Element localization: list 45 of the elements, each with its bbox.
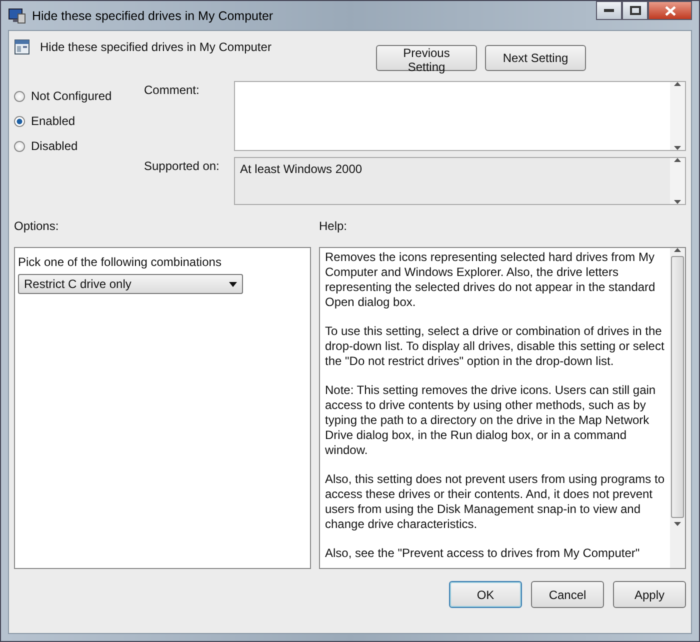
nav-button[interactable]: Next Setting	[485, 45, 586, 71]
maximize-icon	[630, 6, 640, 15]
minimize-button[interactable]	[596, 1, 622, 20]
window-title: Hide these specified drives in My Computer	[32, 8, 274, 22]
options-label: Options:	[14, 219, 60, 235]
supported-label: Supported on:	[144, 158, 220, 175]
scroll-up-icon[interactable]	[674, 248, 681, 252]
scroll-up-icon[interactable]	[674, 158, 681, 162]
state-radio[interactable]: Disabled	[14, 139, 144, 153]
scroll-down-icon[interactable]	[674, 200, 681, 204]
dialog-button[interactable]: Cancel	[531, 581, 604, 608]
supported-field: At least Windows 2000	[234, 157, 686, 205]
help-paragraph: Also, see the "Prevent access to drives from My Computer"	[325, 546, 641, 561]
help-paragraph: Also, this setting does not prevent users from using programs to access these drives or their contents. And, it does not prevent users from using the Disk Management snap-in to view and change drive characteristics.	[325, 472, 666, 532]
radio-circle[interactable]	[14, 140, 25, 152]
scroll-down-icon[interactable]	[674, 522, 681, 526]
drive-dropdown[interactable]: Restrict C drive only	[18, 274, 243, 294]
scroll-thumb[interactable]	[671, 256, 684, 518]
comment-label: Comment:	[144, 82, 200, 99]
comment-field[interactable]	[234, 81, 686, 151]
state-radio[interactable]: Enabled	[14, 114, 144, 128]
help-label: Help:	[319, 219, 348, 235]
maximize-button[interactable]	[622, 1, 648, 20]
computer-icon	[8, 8, 26, 24]
setting-title: Hide these specified drives in My Computer	[40, 40, 272, 54]
help-paragraph: To use this setting, select a drive or combination of drives in the drop-down list. To display all drives, disable this setting or select the "Do not restrict drives" option in the drop-down list.	[325, 324, 666, 369]
help-paragraph: Note: This setting removes the drive icons. Users can still gain access to drive contents by using other methods, such as by typing the path to a directory on the drive in the Map Network Drive dialog box, in the Run dialog box, or in a command window.	[325, 383, 657, 458]
radio-circle[interactable]	[14, 90, 25, 102]
scrollbar[interactable]	[670, 82, 685, 150]
radio-circle[interactable]	[14, 116, 25, 126]
policy-icon	[14, 39, 30, 55]
help-paragraph: Removes the icons representing selected hard drives from My Computer and Windows Explorer. Also, the drive letters representing the selected drives do not appear in the standard Open dialog box.	[325, 250, 656, 310]
nav-button[interactable]: Previous Setting	[376, 45, 477, 71]
close-button[interactable]	[648, 1, 692, 20]
scroll-up-icon[interactable]	[674, 82, 681, 86]
dialog-button[interactable]: Apply	[613, 581, 686, 608]
scrollbar[interactable]	[670, 248, 685, 568]
options-prompt: Pick one of the following combinations	[18, 255, 222, 269]
dialog-button[interactable]: OK	[449, 581, 522, 608]
close-icon	[664, 6, 676, 16]
scroll-down-icon[interactable]	[674, 146, 681, 150]
dropdown-arrow-icon	[229, 282, 237, 286]
scrollbar[interactable]	[670, 158, 685, 204]
state-radio[interactable]: Not Configured	[14, 89, 144, 103]
minimize-icon	[604, 8, 614, 12]
